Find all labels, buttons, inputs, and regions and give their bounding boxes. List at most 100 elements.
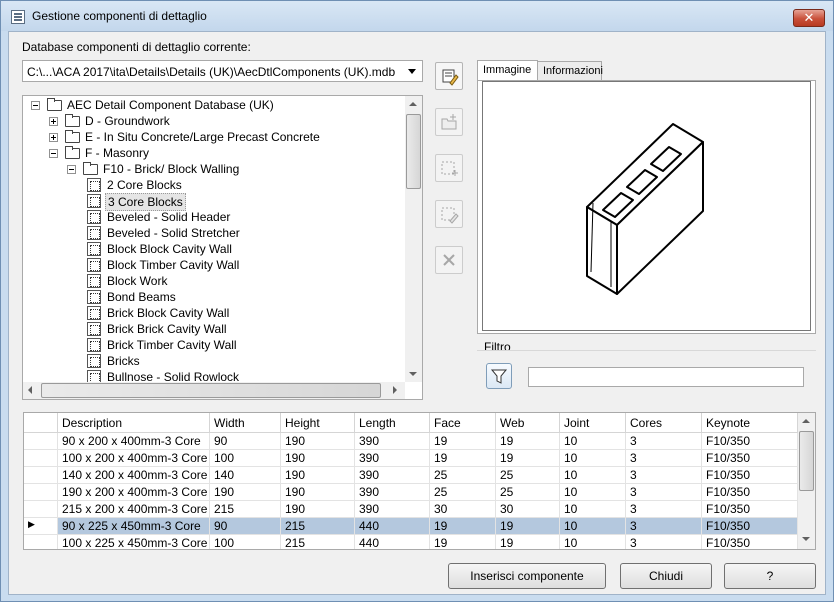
table-cell[interactable]: 440 [355, 518, 430, 535]
scroll-thumb[interactable] [406, 114, 421, 189]
table-cell[interactable]: 90 x 225 x 450mm-3 Core [58, 518, 210, 535]
table-cell[interactable]: 390 [355, 484, 430, 501]
components-table[interactable]: Description Width Height Length Face Web Joint… [23, 412, 816, 550]
scroll-left-button[interactable] [23, 382, 39, 398]
table-cell[interactable]: 30 [496, 501, 560, 518]
table-cell[interactable]: 19 [430, 433, 496, 450]
table-cell[interactable]: F10/350 [702, 501, 798, 518]
table-cell[interactable]: 190 [281, 484, 355, 501]
insert-component-button[interactable]: Inserisci componente [448, 563, 606, 589]
table-cell[interactable]: F10/350 [702, 433, 798, 450]
database-combo[interactable]: C:\...\ACA 2017\ita\Details\Details (UK)… [22, 60, 423, 82]
column-header[interactable]: Keynote [702, 413, 798, 433]
table-cell[interactable]: 190 [210, 484, 281, 501]
table-cell[interactable]: 3 [626, 535, 702, 549]
expand-icon[interactable] [49, 117, 58, 126]
table-cell[interactable]: 19 [430, 518, 496, 535]
tree-item[interactable]: Bricks [23, 353, 403, 369]
table-scroll-thumb[interactable] [799, 431, 814, 491]
tree-item[interactable]: Brick Block Cavity Wall [23, 305, 403, 321]
table-cell[interactable]: 190 x 200 x 400mm-3 Core [58, 484, 210, 501]
table-cell[interactable]: 3 [626, 467, 702, 484]
table-cell[interactable]: 19 [496, 518, 560, 535]
column-header[interactable]: Face [430, 413, 496, 433]
filter-button[interactable] [486, 363, 512, 389]
table-cell[interactable]: 30 [430, 501, 496, 518]
edit-component-button[interactable] [435, 200, 463, 228]
table-cell[interactable]: 3 [626, 501, 702, 518]
close-window-button[interactable]: ✕ [793, 9, 825, 27]
table-cell[interactable]: 25 [496, 467, 560, 484]
close-button[interactable]: Chiudi [620, 563, 712, 589]
tab-informazioni[interactable]: Informazioni [537, 61, 603, 81]
table-cell[interactable]: 190 [281, 467, 355, 484]
tree-item[interactable]: Block Work [23, 273, 403, 289]
table-cell[interactable]: F10/350 [702, 535, 798, 549]
table-cell[interactable]: 10 [560, 518, 626, 535]
expand-icon[interactable] [49, 133, 58, 142]
table-cell[interactable]: 100 x 225 x 450mm-3 Core [58, 535, 210, 549]
table-cell[interactable]: 25 [430, 484, 496, 501]
table-cell[interactable]: 215 x 200 x 400mm-3 Core [58, 501, 210, 518]
table-cell[interactable]: F10/350 [702, 450, 798, 467]
table-cell[interactable]: 19 [496, 450, 560, 467]
table-cell[interactable]: 90 x 200 x 400mm-3 Core [58, 433, 210, 450]
tree-horizontal-scrollbar[interactable] [23, 382, 405, 399]
tree-item[interactable]: AEC Detail Component Database (UK) [23, 97, 403, 113]
table-cell[interactable]: 10 [560, 535, 626, 549]
tree-item[interactable]: Beveled - Solid Header [23, 209, 403, 225]
table-cell[interactable]: F10/350 [702, 518, 798, 535]
table-cell[interactable]: 390 [355, 467, 430, 484]
table-cell[interactable]: 190 [281, 433, 355, 450]
row-selector[interactable] [24, 467, 58, 484]
table-cell[interactable]: 10 [560, 501, 626, 518]
table-cell[interactable]: 390 [355, 501, 430, 518]
column-header[interactable]: Description [58, 413, 210, 433]
table-cell[interactable]: 440 [355, 535, 430, 549]
table-cell[interactable]: 19 [496, 535, 560, 549]
table-cell[interactable]: 215 [281, 535, 355, 549]
tree-vertical-scrollbar[interactable] [405, 96, 422, 382]
tree-item[interactable]: Brick Brick Cavity Wall [23, 321, 403, 337]
row-selector[interactable] [24, 535, 58, 549]
table-scroll-up-button[interactable] [798, 413, 814, 429]
table-cell[interactable]: F10/350 [702, 484, 798, 501]
table-cell[interactable]: 19 [430, 450, 496, 467]
table-cell[interactable]: F10/350 [702, 467, 798, 484]
table-cell[interactable]: 390 [355, 450, 430, 467]
table-cell[interactable]: 10 [560, 484, 626, 501]
column-header[interactable]: Joint [560, 413, 626, 433]
tree-item[interactable]: Beveled - Solid Stretcher [23, 225, 403, 241]
tree-item[interactable]: Block Block Cavity Wall [23, 241, 403, 257]
tree-item[interactable]: Bond Beams [23, 289, 403, 305]
scroll-up-button[interactable] [405, 96, 421, 112]
table-cell[interactable]: 215 [210, 501, 281, 518]
collapse-icon[interactable] [49, 149, 58, 158]
table-cell[interactable]: 100 [210, 450, 281, 467]
table-cell[interactable]: 215 [281, 518, 355, 535]
table-cell[interactable]: 10 [560, 467, 626, 484]
new-category-button[interactable] [435, 108, 463, 136]
tree-item[interactable]: D - Groundwork [23, 113, 403, 129]
new-component-button[interactable] [435, 154, 463, 182]
table-cell[interactable]: 25 [496, 484, 560, 501]
table-cell[interactable]: 90 [210, 518, 281, 535]
title-bar[interactable]: Gestione componenti di dettaglio ✕ [1, 1, 833, 31]
scroll-down-button[interactable] [405, 366, 421, 382]
row-selector[interactable] [24, 450, 58, 467]
column-header[interactable]: Length [355, 413, 430, 433]
tree-item[interactable]: F10 - Brick/ Block Walling [23, 161, 403, 177]
filter-input[interactable] [528, 367, 804, 387]
table-vertical-scrollbar[interactable] [798, 413, 815, 549]
tree-item[interactable]: 2 Core Blocks [23, 177, 403, 193]
table-cell[interactable]: 3 [626, 518, 702, 535]
table-cell[interactable]: 390 [355, 433, 430, 450]
table-cell[interactable]: 10 [560, 433, 626, 450]
row-selector[interactable] [24, 433, 58, 450]
collapse-icon[interactable] [67, 165, 76, 174]
table-cell[interactable]: 3 [626, 433, 702, 450]
row-selector[interactable] [24, 501, 58, 518]
row-selector[interactable]: ▶ [24, 518, 58, 535]
column-header[interactable]: Height [281, 413, 355, 433]
help-button[interactable]: ? [724, 563, 816, 589]
